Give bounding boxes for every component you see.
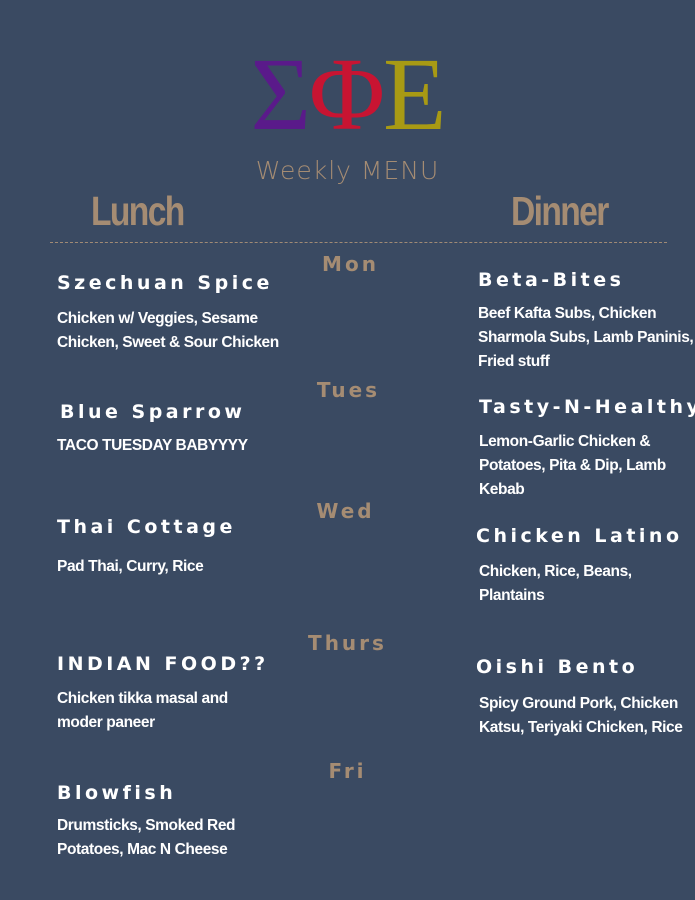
menu-line: Potatoes, Pita & Dip, Lamb bbox=[479, 457, 666, 474]
lunch-place-fri: Blowfish bbox=[57, 782, 177, 804]
menu-line: Katsu, Teriyaki Chicken, Rice bbox=[479, 719, 683, 736]
day-label-fri: Fri bbox=[328, 759, 367, 783]
menu-line: Chicken, Sweet & Sour Chicken bbox=[57, 334, 279, 351]
menu-line: Plantains bbox=[479, 587, 545, 604]
dinner-items-wed: Chicken, Rice, Beans, Plantains bbox=[479, 560, 632, 608]
sigma-letter: Σ bbox=[250, 37, 311, 152]
menu-line: Chicken, Rice, Beans, bbox=[479, 563, 632, 580]
menu-line: Drumsticks, Smoked Red bbox=[57, 817, 236, 834]
dinner-place-thurs: Oishi Bento bbox=[476, 656, 639, 678]
menu-line: Chicken tikka masal and bbox=[57, 690, 228, 707]
menu-line: Chicken w/ Veggies, Sesame bbox=[57, 310, 258, 327]
menu-title: Weekly MENU bbox=[255, 156, 440, 185]
dinner-items-mon: Beef Kafta Subs, Chicken Sharmola Subs, … bbox=[478, 302, 694, 374]
menu-line: moder paneer bbox=[57, 714, 155, 731]
lunch-items-thurs: Chicken tikka masal and moder paneer bbox=[57, 687, 228, 735]
menu-line: Beef Kafta Subs, Chicken bbox=[478, 305, 657, 322]
dinner-items-thurs: Spicy Ground Pork, Chicken Katsu, Teriya… bbox=[479, 692, 683, 740]
lunch-items-fri: Drumsticks, Smoked Red Potatoes, Mac N C… bbox=[57, 814, 236, 862]
lunch-items-mon: Chicken w/ Veggies, Sesame Chicken, Swee… bbox=[57, 307, 279, 355]
menu-line: Potatoes, Mac N Cheese bbox=[57, 841, 228, 858]
greek-letters-logo: ΣΦΕ bbox=[0, 40, 695, 150]
menu-line: Sharmola Subs, Lamb Paninis, bbox=[478, 329, 694, 346]
dinner-place-mon: Beta-Bites bbox=[478, 269, 625, 291]
menu-line: Lemon-Garlic Chicken & bbox=[479, 433, 651, 450]
lunch-items-tues: TACO TUESDAY BABYYYY bbox=[57, 434, 248, 458]
dinner-heading: Dinner bbox=[511, 188, 609, 234]
phi-letter: Φ bbox=[308, 37, 385, 152]
dinner-place-tues: Tasty-N-Healthy bbox=[479, 396, 695, 418]
lunch-place-tues: Blue Sparrow bbox=[60, 401, 246, 423]
day-label-thurs: Thurs bbox=[308, 631, 387, 655]
lunch-heading: Lunch bbox=[91, 188, 185, 234]
menu-line: TACO TUESDAY BABYYYY bbox=[57, 437, 248, 454]
dinner-place-wed: Chicken Latino bbox=[476, 525, 683, 547]
lunch-items-wed: Pad Thai, Curry, Rice bbox=[57, 555, 204, 579]
menu-line: Fried stuff bbox=[478, 353, 550, 370]
menu-line: Spicy Ground Pork, Chicken bbox=[479, 695, 678, 712]
lunch-place-mon: Szechuan Spice bbox=[57, 272, 273, 294]
dinner-items-tues: Lemon-Garlic Chicken & Potatoes, Pita & … bbox=[479, 430, 666, 502]
lunch-place-thurs: INDIAN FOOD?? bbox=[57, 653, 269, 675]
dashed-divider bbox=[50, 242, 667, 243]
epsilon-letter: Ε bbox=[383, 37, 447, 152]
lunch-place-wed: Thai Cottage bbox=[57, 516, 236, 538]
menu-line: Pad Thai, Curry, Rice bbox=[57, 558, 204, 575]
